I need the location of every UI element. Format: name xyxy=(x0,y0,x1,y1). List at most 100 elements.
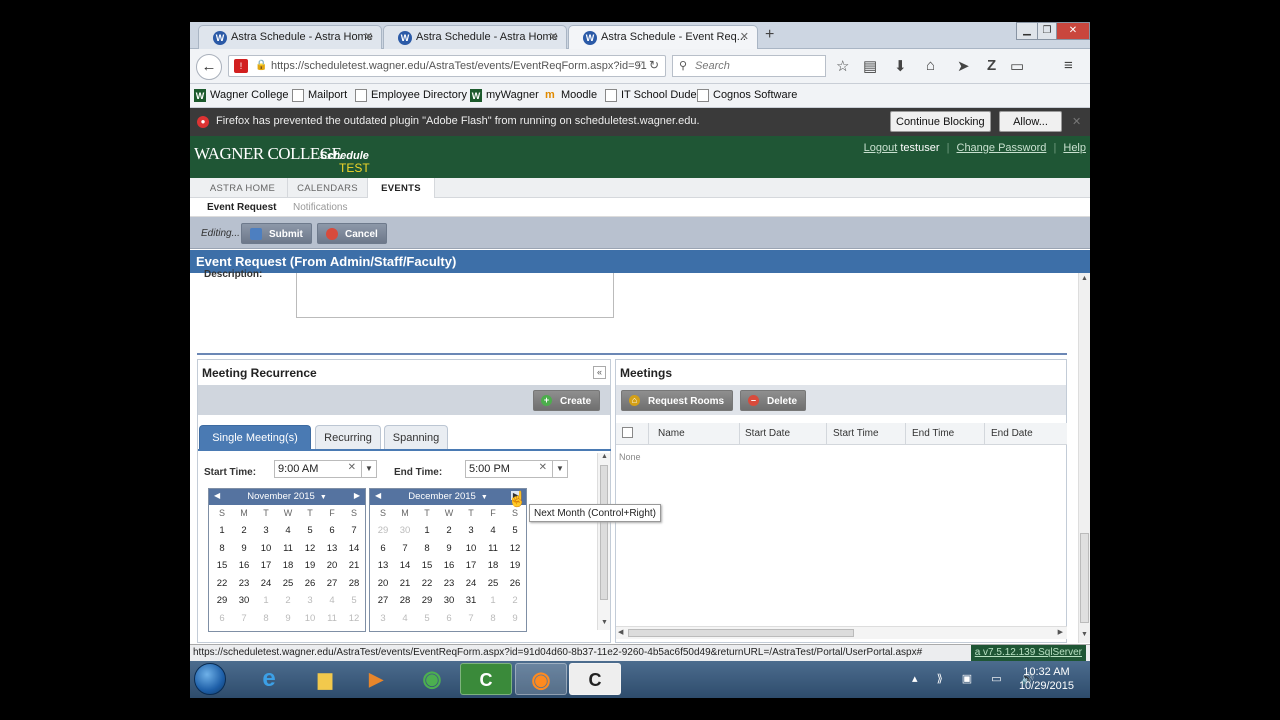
collapse-panel-button[interactable]: « xyxy=(593,366,606,379)
calendar-day[interactable]: 13 xyxy=(372,560,394,571)
firefox-icon[interactable]: ◉ xyxy=(515,663,567,695)
camtasia-recorder-icon[interactable]: C xyxy=(569,663,621,695)
calendar-day[interactable]: 9 xyxy=(233,543,255,554)
tab-astra-home[interactable]: ASTRA HOME xyxy=(198,178,288,198)
scroll-down-icon[interactable]: ▼ xyxy=(1081,631,1088,638)
subnav-event-request[interactable]: Event Request xyxy=(207,202,276,213)
create-button[interactable]: + Create xyxy=(533,390,601,411)
calendar-day[interactable]: 1 xyxy=(211,525,233,536)
calendar-day[interactable]: 2 xyxy=(277,595,299,606)
calendar-day[interactable]: 8 xyxy=(255,613,277,624)
end-time-input[interactable]: 5:00 PM ✕ ▼ xyxy=(465,460,568,478)
column-start-time[interactable]: Start Time xyxy=(833,428,879,439)
calendar-day[interactable]: 5 xyxy=(504,525,526,536)
calendar-day[interactable]: 24 xyxy=(460,578,482,589)
calendar-day[interactable]: 31 xyxy=(460,595,482,606)
close-tab-icon[interactable]: ✕ xyxy=(364,30,373,43)
calendar-day[interactable]: 19 xyxy=(299,560,321,571)
calendar-day[interactable]: 2 xyxy=(438,525,460,536)
calendar-day[interactable]: 30 xyxy=(394,525,416,536)
calendar-day[interactable]: 8 xyxy=(416,543,438,554)
bookmark-cognos[interactable]: Cognos Software xyxy=(697,89,797,102)
scrollbar-thumb[interactable] xyxy=(628,629,854,637)
calendar-day[interactable]: 8 xyxy=(211,543,233,554)
next-month-icon[interactable]: ▶ xyxy=(354,491,360,500)
calendar-day[interactable]: 19 xyxy=(504,560,526,571)
calendar-day[interactable]: 2 xyxy=(504,595,526,606)
calendar-day[interactable]: 22 xyxy=(211,578,233,589)
calendar-day[interactable]: 6 xyxy=(372,543,394,554)
calendar-day[interactable]: 8 xyxy=(482,613,504,624)
scroll-down-icon[interactable]: ▼ xyxy=(601,619,608,626)
calendar-day[interactable]: 9 xyxy=(438,543,460,554)
calendar-day[interactable]: 28 xyxy=(394,595,416,606)
close-window-button[interactable]: ✕ xyxy=(1056,22,1090,40)
calendar-day[interactable]: 27 xyxy=(372,595,394,606)
calendar-day[interactable]: 4 xyxy=(321,595,343,606)
browser-tab-1[interactable]: W Astra Schedule - Astra Home ✕ xyxy=(198,25,382,49)
prev-month-icon[interactable]: ◀ xyxy=(214,491,220,500)
calendar-day[interactable]: 30 xyxy=(233,595,255,606)
calendar-day[interactable]: 5 xyxy=(343,595,365,606)
clear-icon[interactable]: ✕ xyxy=(348,462,356,473)
send-icon[interactable]: ➤ xyxy=(957,57,970,75)
menu-icon[interactable]: ≡ xyxy=(1064,57,1073,74)
search-box[interactable]: ⚲ Search xyxy=(672,55,826,77)
calendar-day[interactable]: 11 xyxy=(321,613,343,624)
submit-button[interactable]: Submit xyxy=(241,223,312,244)
url-bar[interactable]: ! 🔒 https://scheduletest.wagner.edu/Astr… xyxy=(228,55,666,77)
calendar-day[interactable]: 2 xyxy=(233,525,255,536)
close-tab-icon[interactable]: ✕ xyxy=(549,30,558,43)
bookmark-star-icon[interactable]: ☆ xyxy=(836,57,849,75)
calendar-day[interactable]: 24 xyxy=(255,578,277,589)
back-button[interactable]: ← xyxy=(196,54,222,80)
change-password-link[interactable]: Change Password xyxy=(957,142,1047,154)
plugin-blocked-icon[interactable]: ! xyxy=(234,59,248,73)
calendar-day[interactable]: 10 xyxy=(299,613,321,624)
tab-events[interactable]: EVENTS xyxy=(368,178,435,199)
close-notification-icon[interactable]: ✕ xyxy=(1072,115,1081,128)
calendar-day[interactable]: 30 xyxy=(438,595,460,606)
calendar-day[interactable]: 3 xyxy=(255,525,277,536)
calendar-day[interactable]: 3 xyxy=(372,613,394,624)
calendar-day[interactable]: 29 xyxy=(416,595,438,606)
scroll-up-icon[interactable]: ▲ xyxy=(601,453,608,460)
calendar-day[interactable]: 9 xyxy=(277,613,299,624)
bookmark-mywagner[interactable]: WmyWagner xyxy=(470,89,539,102)
bookmark-employee-directory[interactable]: Employee Directory xyxy=(355,89,467,102)
calendar-day[interactable]: 6 xyxy=(211,613,233,624)
calendar-day[interactable]: 25 xyxy=(482,578,504,589)
tab-calendars[interactable]: CALENDARS xyxy=(288,178,368,198)
calendar-day[interactable]: 4 xyxy=(277,525,299,536)
calendar-day[interactable]: 3 xyxy=(460,525,482,536)
media-player-icon[interactable]: ▶ xyxy=(350,663,402,695)
minimize-button[interactable]: ▁ xyxy=(1016,22,1038,40)
calendar-day[interactable]: 7 xyxy=(460,613,482,624)
camtasia-icon[interactable]: C xyxy=(460,663,512,695)
bookmark-it-school-dude[interactable]: IT School Dude xyxy=(605,89,697,102)
calendar-day[interactable]: 10 xyxy=(460,543,482,554)
maximize-button[interactable]: ❐ xyxy=(1037,22,1057,40)
month-dropdown-icon[interactable]: ▼ xyxy=(481,494,488,501)
browser-tab-2[interactable]: W Astra Schedule - Astra Home ✕ xyxy=(383,25,567,49)
tab-single-meetings[interactable]: Single Meeting(s) xyxy=(199,425,311,449)
calendar-day[interactable]: 29 xyxy=(372,525,394,536)
bookmark-wagner-college[interactable]: W Wagner College xyxy=(194,89,288,102)
calendar-day[interactable]: 12 xyxy=(504,543,526,554)
calendar-day[interactable]: 20 xyxy=(321,560,343,571)
scrollbar-thumb[interactable] xyxy=(600,465,608,600)
file-explorer-icon[interactable]: ▆ xyxy=(299,663,351,695)
calendar-day[interactable]: 25 xyxy=(277,578,299,589)
calendar-day[interactable]: 15 xyxy=(211,560,233,571)
calendar-day[interactable]: 4 xyxy=(394,613,416,624)
scrollbar-thumb[interactable] xyxy=(1080,533,1089,623)
calendar-day[interactable]: 5 xyxy=(299,525,321,536)
close-tab-icon[interactable]: ✕ xyxy=(740,30,749,43)
month-dropdown-icon[interactable]: ▼ xyxy=(320,494,327,501)
chevron-down-icon[interactable]: ▼ xyxy=(361,461,376,477)
calendar-day[interactable]: 15 xyxy=(416,560,438,571)
cancel-button[interactable]: Cancel xyxy=(317,223,387,244)
scroll-up-icon[interactable]: ▲ xyxy=(1081,275,1088,282)
calendar-day[interactable]: 12 xyxy=(299,543,321,554)
calendar-day[interactable]: 7 xyxy=(343,525,365,536)
